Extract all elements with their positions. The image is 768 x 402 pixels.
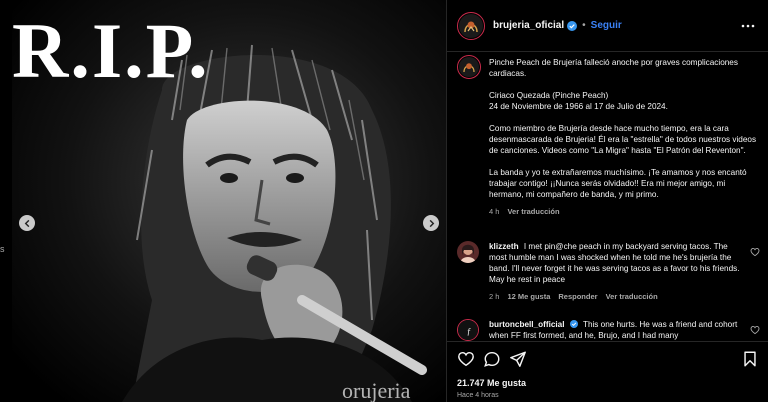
- comment-icon[interactable]: [483, 350, 501, 368]
- rip-overlay-text: R.I.P.: [12, 7, 210, 94]
- comments-scroll-area[interactable]: Pinche Peach de Brujería falleció anoche…: [447, 53, 768, 341]
- comment-avatar[interactable]: [457, 241, 479, 263]
- caption-paragraph: Ciriaco Quezada (Pinche Peach) 24 de Nov…: [489, 91, 668, 111]
- share-icon[interactable]: [509, 350, 527, 368]
- comment-likes[interactable]: 12 Me gusta: [507, 291, 550, 302]
- caption-time: 4 h: [489, 207, 500, 216]
- comment-body: burtoncbell_official This one hurts. He …: [489, 319, 747, 341]
- post-media: orujeria R.I.P. s: [0, 0, 446, 402]
- comment-like-heart-icon[interactable]: [750, 247, 760, 257]
- verified-badge-icon: [567, 20, 578, 31]
- comment-avatar[interactable]: ƒ: [457, 319, 479, 341]
- comment-text: I met pin@che peach in my backyard servi…: [489, 242, 740, 284]
- post-time-ago: Hace 4 horas: [457, 392, 499, 399]
- comment-username[interactable]: klizzeth: [489, 242, 519, 251]
- caption-avatar[interactable]: [457, 55, 481, 79]
- header-separator: •: [582, 20, 586, 31]
- comment-username[interactable]: burtoncbell_official: [489, 320, 565, 329]
- avatar[interactable]: [459, 57, 479, 77]
- comment-meta: 2 h 12 Me gusta Responder Ver traducción: [489, 291, 747, 302]
- avatar-ring[interactable]: [457, 11, 485, 40]
- follow-button[interactable]: Seguir: [591, 20, 622, 31]
- comment-time: 2 h: [489, 292, 500, 301]
- brujeria-logo-icon: [459, 57, 479, 77]
- svg-text:ƒ: ƒ: [467, 327, 472, 337]
- heart-icon[interactable]: [457, 350, 475, 368]
- verified-badge-icon: [569, 320, 578, 328]
- comment-translate-link[interactable]: Ver traducción: [606, 291, 658, 302]
- post-likes-count[interactable]: 21.747 Me gusta: [457, 378, 526, 388]
- chevron-left-icon: [24, 219, 29, 227]
- bookmark-icon[interactable]: [741, 350, 759, 368]
- left-edge-fragment: s: [0, 244, 5, 254]
- svg-text:orujeria: orujeria: [342, 378, 411, 402]
- comment-item: ƒ burtoncbell_official This one hurts. H…: [457, 319, 762, 341]
- post-side-panel: brujeria_oficial • Seguir Pinche Peach d…: [446, 0, 768, 402]
- brujeria-logo-icon: [459, 13, 483, 38]
- caption-paragraph: Pinche Peach de Brujería falleció anoche…: [489, 58, 738, 78]
- post-actions-bar: 21.747 Me gusta Hace 4 horas: [447, 341, 768, 402]
- caption-meta: 4 h Ver traducción: [489, 206, 759, 217]
- avatar-image: ƒ: [458, 320, 478, 340]
- comment-like-heart-icon[interactable]: [750, 325, 760, 335]
- more-options-icon[interactable]: [741, 19, 755, 33]
- header-username[interactable]: brujeria_oficial: [493, 20, 564, 31]
- comment-body: klizzeth I met pin@che peach in my backy…: [489, 241, 747, 302]
- caption-paragraph: Como miembro de Brujería desde hace much…: [489, 124, 757, 155]
- previous-image-button[interactable]: [19, 215, 35, 231]
- comment-reply-button[interactable]: Responder: [558, 291, 597, 302]
- next-image-button[interactable]: [423, 215, 439, 231]
- comment-item: klizzeth I met pin@che peach in my backy…: [457, 241, 762, 311]
- caption-paragraph: La banda y yo te extrañaremos muchísimo.…: [489, 168, 747, 199]
- post-header: brujeria_oficial • Seguir: [447, 0, 768, 52]
- avatar-image: [457, 241, 479, 263]
- caption-translate-link[interactable]: Ver traducción: [507, 206, 559, 217]
- chevron-right-icon: [429, 219, 434, 227]
- avatar[interactable]: [459, 13, 483, 38]
- post-caption: Pinche Peach de Brujería falleció anoche…: [489, 57, 759, 217]
